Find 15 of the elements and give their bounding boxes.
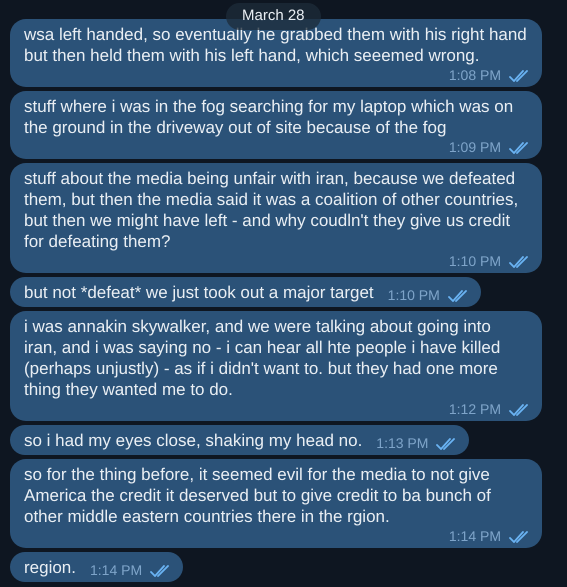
message-time: 1:08 PM (448, 67, 501, 84)
message-time: 1:14 PM (448, 528, 501, 545)
message-time: 1:10 PM (448, 253, 501, 270)
message-time: 1:09 PM (448, 139, 501, 156)
message-time: 1:14 PM (90, 562, 142, 579)
message-text: so for the thing before, it seemed evil for the media to not give America the credit it deserved but to give credit to ba bunch of other middle eastern countries there in the rgion. (24, 464, 492, 528)
message-text: i was annakin skywalker, and we were talking about going into iran, and i was saying no - i can hear all hte people i have killed (perhaps unjustly) - as if i didn't want to. but they had one more thing they wanted me to do. (24, 316, 502, 401)
message-time: 1:10 PM (388, 287, 440, 304)
message-text: region. (24, 557, 76, 579)
message-text: stuff where i was in the fog searching for my laptop which was on the ground in the driveway out of site because of the fog (24, 96, 514, 139)
message-text: stuff about the media being unfair with iran, because we defeated them, but then the media said it was a coalition of other countries, but then we might have left - and why coudln't they give us credit for defeating them? (24, 168, 520, 253)
message-time: 1:12 PM (448, 401, 501, 418)
message-text: but not *defeat* we just took out a major target (24, 282, 374, 304)
message-text: so i had my eyes close, shaking my head no. (24, 430, 362, 452)
message-time: 1:13 PM (376, 435, 428, 452)
